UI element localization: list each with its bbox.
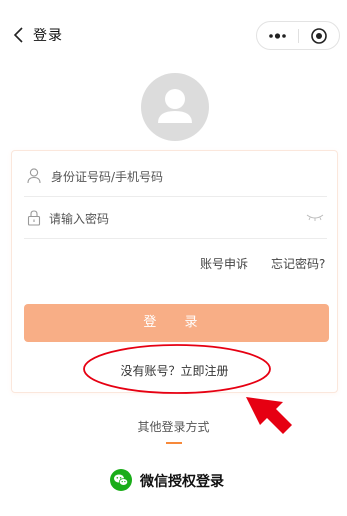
login-card: 身份证号码/手机号码 请输入密码 账号申诉 忘记密码? 登 录 没有账号？立即注…	[11, 150, 338, 393]
chevron-left-icon[interactable]	[11, 24, 29, 46]
login-button[interactable]: 登 录	[24, 304, 329, 342]
avatar	[141, 73, 209, 141]
password-field[interactable]: 请输入密码	[24, 197, 327, 239]
wechat-login-label: 微信授权登录	[140, 474, 224, 490]
wechat-icon	[110, 469, 132, 491]
other-login-title: 其他登录方式	[137, 420, 210, 434]
target-circle-icon[interactable]	[299, 22, 340, 49]
password-placeholder: 请输入密码	[49, 212, 110, 226]
account-appeal-link[interactable]: 账号申诉	[200, 255, 248, 272]
page-title: 登录	[33, 28, 63, 44]
user-avatar-icon	[158, 89, 192, 123]
user-icon	[27, 168, 41, 184]
lock-icon	[27, 210, 41, 226]
account-field[interactable]: 身份证号码/手机号码	[24, 155, 327, 197]
more-dots-icon[interactable]	[257, 22, 298, 49]
mini-program-capsule	[256, 21, 340, 50]
wechat-login-button[interactable]: 微信授权登录	[110, 467, 250, 493]
accent-underline	[166, 442, 182, 444]
forgot-password-link[interactable]: 忘记密码?	[271, 255, 325, 272]
register-link[interactable]: 没有账号？立即注册	[12, 362, 337, 379]
eye-closed-icon[interactable]	[305, 211, 325, 223]
nav-bar: 登录	[0, 0, 347, 68]
account-placeholder: 身份证号码/手机号码	[51, 170, 164, 184]
